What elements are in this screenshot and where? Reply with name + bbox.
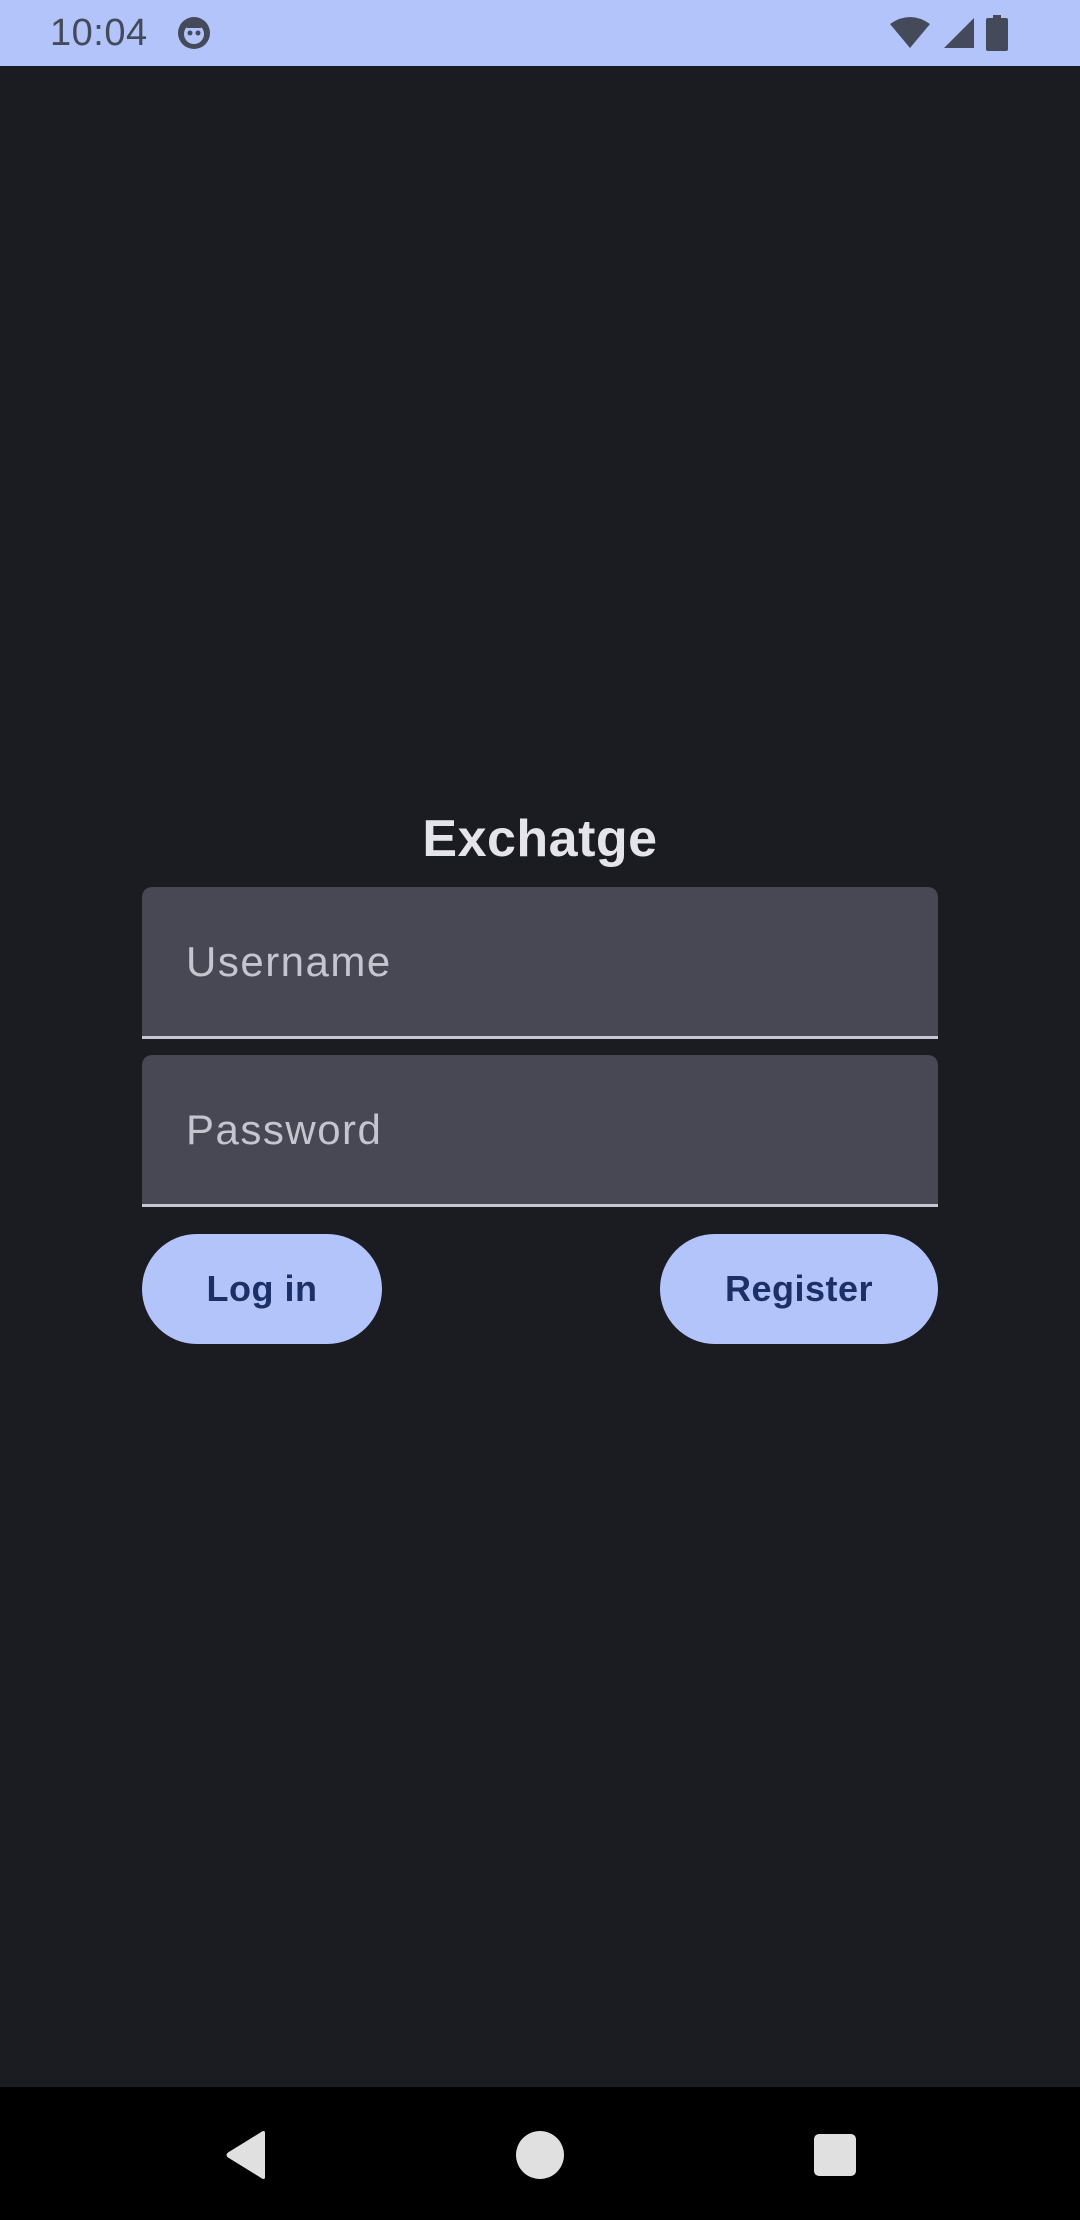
app-title: Exchatge	[422, 810, 658, 868]
navigation-bar	[0, 2087, 1080, 2220]
wifi-icon	[888, 16, 932, 50]
status-time: 10:04	[50, 12, 148, 54]
battery-icon	[986, 15, 1008, 51]
username-input[interactable]	[142, 887, 938, 1036]
status-bar: 10:04	[0, 0, 1080, 66]
password-input[interactable]	[142, 1055, 938, 1204]
home-icon[interactable]	[492, 2107, 588, 2203]
app-notification-icon	[176, 15, 212, 51]
back-icon[interactable]	[198, 2107, 294, 2203]
login-screen: 10:04 Exchatge Username Log in Register	[0, 0, 1080, 2220]
cellular-signal-icon	[942, 16, 976, 50]
password-field[interactable]	[142, 1055, 938, 1207]
register-button[interactable]: Register	[660, 1234, 938, 1344]
recents-icon[interactable]	[787, 2107, 883, 2203]
status-icons	[888, 14, 1008, 52]
username-field[interactable]	[142, 887, 938, 1039]
login-button[interactable]: Log in	[142, 1234, 382, 1344]
